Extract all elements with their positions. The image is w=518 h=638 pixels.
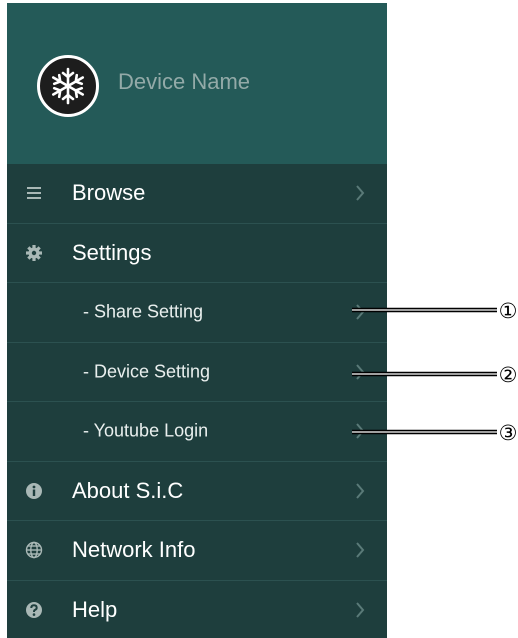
callout-1: ① <box>352 299 517 323</box>
callout-marker-2: ② <box>499 363 518 387</box>
callout-marker-1: ① <box>499 299 518 323</box>
callout-annotations: ① ② ③ <box>352 299 517 445</box>
callout-2: ② <box>352 363 517 387</box>
callout-3: ③ <box>352 421 517 445</box>
callout-marker-3: ③ <box>499 421 518 445</box>
